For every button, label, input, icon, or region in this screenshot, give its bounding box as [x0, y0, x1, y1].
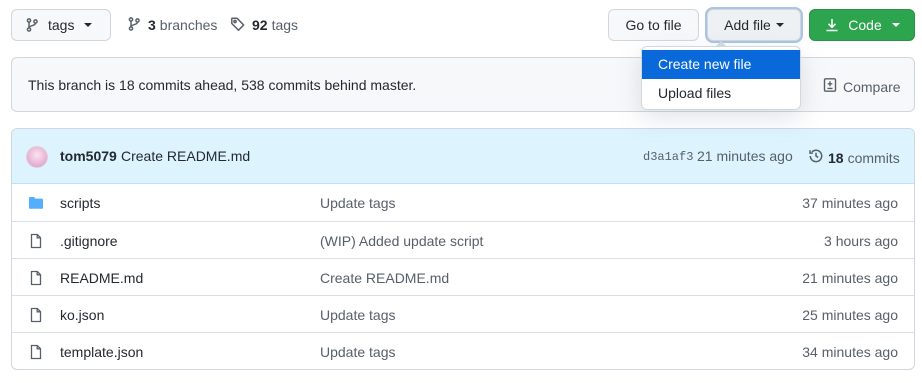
- branches-count: 3: [148, 17, 156, 33]
- branch-icon: [24, 17, 40, 33]
- file-age: 3 hours ago: [824, 233, 898, 249]
- commit-time: 21 minutes ago: [697, 148, 793, 164]
- commit-message[interactable]: Create README.md: [121, 148, 250, 164]
- file-icon: [28, 233, 44, 252]
- file-age: 25 minutes ago: [802, 307, 898, 323]
- chevron-down-icon: [891, 23, 900, 27]
- commit-author[interactable]: tom5079: [60, 148, 117, 164]
- branch-icon: [126, 16, 142, 35]
- folder-icon: [28, 195, 44, 214]
- commit-sha[interactable]: d3a1af3: [643, 150, 693, 164]
- branches-link[interactable]: 3 branches: [126, 9, 217, 41]
- code-button[interactable]: Code: [809, 9, 915, 41]
- history-icon: [808, 148, 824, 167]
- file-age: 37 minutes ago: [802, 195, 898, 211]
- file-commit-message[interactable]: Create README.md: [320, 270, 449, 286]
- download-icon: [824, 17, 840, 33]
- compare-link[interactable]: Compare: [822, 77, 901, 96]
- tag-icon: [230, 16, 246, 35]
- go-to-file-button[interactable]: Go to file: [608, 9, 699, 41]
- file-icon: [28, 307, 44, 326]
- add-file-label: Add file: [724, 17, 771, 33]
- file-name[interactable]: README.md: [60, 270, 143, 286]
- file-name[interactable]: .gitignore: [60, 233, 118, 249]
- add-file-menu: Create new file Upload files: [641, 41, 801, 110]
- chevron-down-icon: [84, 23, 93, 27]
- menu-item-create-new-file[interactable]: Create new file: [642, 50, 800, 79]
- avatar[interactable]: [26, 146, 48, 168]
- file-name[interactable]: scripts: [60, 195, 100, 211]
- branch-status-text: This branch is 18 commits ahead, 538 com…: [28, 76, 417, 93]
- file-icon: [28, 344, 44, 363]
- compare-icon: [822, 77, 838, 96]
- menu-item-upload-files[interactable]: Upload files: [642, 79, 800, 108]
- file-row[interactable]: scripts Update tags 37 minutes ago: [12, 184, 914, 221]
- file-age: 34 minutes ago: [802, 344, 898, 360]
- file-name[interactable]: ko.json: [60, 307, 104, 323]
- file-list: scripts Update tags 37 minutes ago .giti…: [12, 184, 914, 369]
- file-name[interactable]: template.json: [60, 344, 143, 360]
- commits-label: commits: [847, 149, 900, 166]
- commits-link[interactable]: 18 commits: [808, 148, 900, 167]
- compare-label: Compare: [843, 78, 901, 95]
- branches-label: branches: [159, 17, 218, 33]
- commits-count: 18: [828, 149, 844, 166]
- branch-selector-label: tags: [48, 17, 75, 33]
- branch-selector-button[interactable]: tags: [11, 9, 111, 41]
- add-file-button[interactable]: Add file: [707, 9, 801, 41]
- file-row[interactable]: template.json Update tags 34 minutes ago: [12, 332, 914, 369]
- file-row[interactable]: .gitignore (WIP) Added update script 3 h…: [12, 221, 914, 258]
- code-label: Code: [848, 17, 882, 33]
- file-browser: tom5079 Create README.md d3a1af3 21 minu…: [11, 128, 915, 370]
- go-to-file-label: Go to file: [625, 17, 682, 33]
- tags-link[interactable]: 92 tags: [230, 9, 298, 41]
- tags-count: 92: [252, 17, 268, 33]
- file-row[interactable]: ko.json Update tags 25 minutes ago: [12, 295, 914, 332]
- latest-commit-bar: tom5079 Create README.md d3a1af3 21 minu…: [12, 129, 914, 184]
- file-commit-message[interactable]: (WIP) Added update script: [320, 233, 483, 249]
- file-commit-message[interactable]: Update tags: [320, 344, 396, 360]
- file-commit-message[interactable]: Update tags: [320, 307, 396, 323]
- file-age: 21 minutes ago: [802, 270, 898, 286]
- file-row[interactable]: README.md Create README.md 21 minutes ag…: [12, 258, 914, 295]
- tags-label: tags: [271, 17, 299, 33]
- file-icon: [28, 270, 44, 289]
- file-commit-message[interactable]: Update tags: [320, 195, 396, 211]
- chevron-down-icon: [775, 23, 784, 27]
